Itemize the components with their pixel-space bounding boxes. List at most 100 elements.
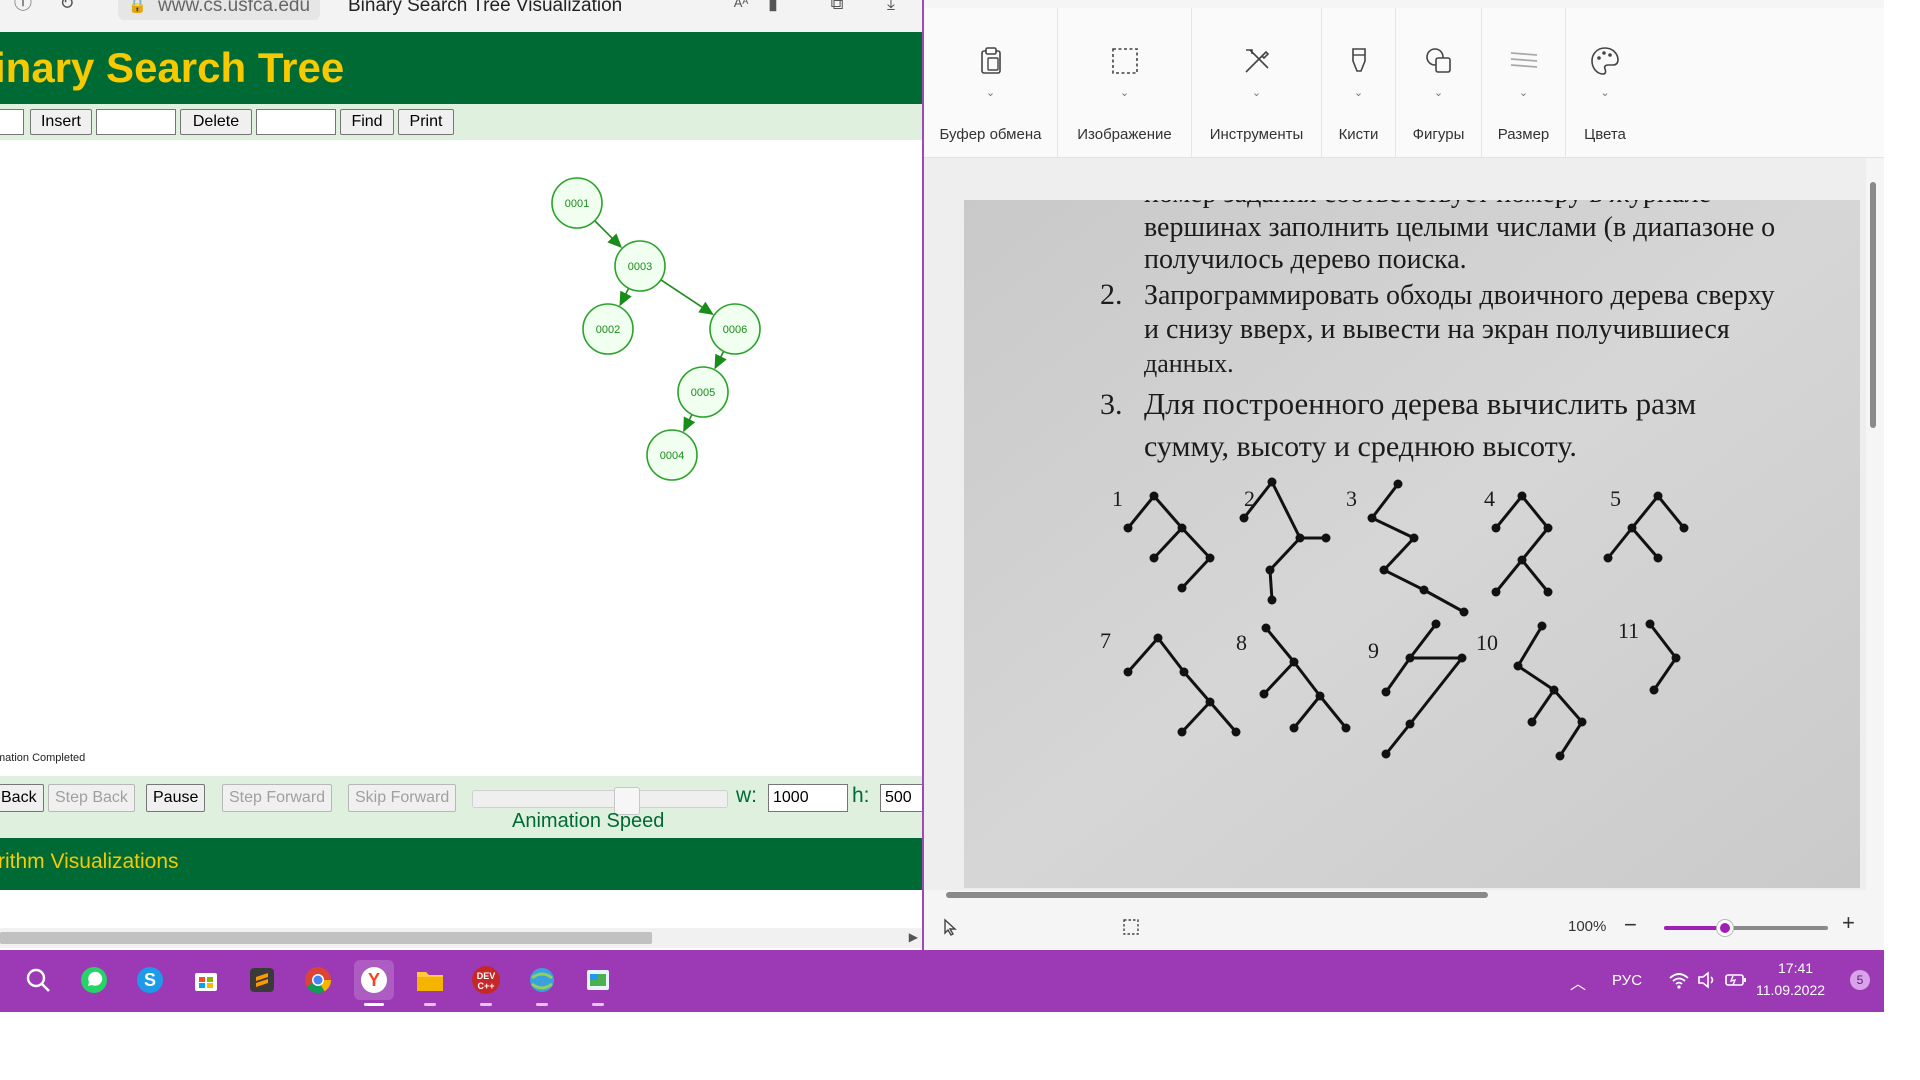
chevron-down-icon: ⌄ bbox=[1119, 87, 1130, 99]
photo-tree-number: 4 bbox=[1484, 486, 1495, 511]
clock-date[interactable]: 11.09.2022 bbox=[1756, 982, 1825, 998]
speed-label: Animation Speed bbox=[512, 810, 665, 832]
devcpp-icon[interactable]: DEV C++ bbox=[466, 960, 506, 1006]
skip-back-button[interactable]: Back bbox=[0, 784, 44, 812]
ribbon-clipboard[interactable]: ⌄ Буфер обмена bbox=[924, 8, 1058, 158]
svg-text:Y: Y bbox=[368, 970, 380, 990]
tree-edge bbox=[594, 220, 623, 249]
print-button[interactable]: Print bbox=[398, 109, 454, 135]
height-input[interactable]: 500 bbox=[880, 784, 922, 812]
tree-diagram: 0001 0003 0002 0006 0005 0004 bbox=[551, 177, 761, 481]
zoom-slider-fill bbox=[1664, 926, 1725, 930]
tree-node-label: 0005 bbox=[691, 387, 715, 399]
sublime-icon[interactable] bbox=[242, 960, 282, 1000]
site-info-icon[interactable]: ⓘ bbox=[12, 0, 34, 14]
photo-tree-number: 2 bbox=[1244, 486, 1255, 511]
palette-icon bbox=[1591, 47, 1619, 75]
browser-window: ⓘ ↻ 🔒 www.cs.usfca.edu Binary Search Tre… bbox=[0, 0, 924, 950]
photo-canvas[interactable]: номер задания соответствует номеру в жур… bbox=[964, 200, 1860, 888]
running-indicator bbox=[480, 1003, 492, 1006]
footer-link[interactable]: rithm Visualizations bbox=[0, 850, 179, 874]
yandex-browser-icon[interactable]: Y bbox=[354, 960, 394, 1006]
tree-node-label: 0001 bbox=[565, 198, 589, 210]
width-input[interactable]: 1000 bbox=[768, 784, 848, 812]
zoom-slider[interactable] bbox=[1664, 920, 1828, 936]
ribbon-label: Буфер обмена bbox=[939, 126, 1042, 143]
ribbon-label: Инструменты bbox=[1209, 126, 1304, 143]
notification-badge[interactable]: 5 bbox=[1850, 970, 1870, 990]
chevron-down-icon: ⌄ bbox=[1518, 87, 1529, 99]
clipboard-icon bbox=[980, 47, 1001, 74]
photo-tree-number: 10 bbox=[1476, 630, 1498, 655]
chrome-icon[interactable] bbox=[298, 960, 338, 1000]
tools-icon bbox=[1244, 49, 1269, 73]
skype-icon[interactable]: S bbox=[130, 960, 170, 1000]
scroll-right-icon[interactable]: ▶ bbox=[909, 930, 918, 944]
tree-node: 0003 bbox=[614, 240, 666, 292]
network-app-icon[interactable] bbox=[522, 960, 562, 1006]
zoom-in-icon[interactable]: + bbox=[1842, 910, 1855, 936]
reload-icon[interactable]: ↻ bbox=[56, 0, 78, 14]
photo-line: Запрограммировать обходы двоичного дерев… bbox=[1144, 280, 1775, 311]
ribbon-brushes[interactable]: ⌄ Кисти bbox=[1322, 8, 1396, 158]
clock-time[interactable]: 17:41 bbox=[1778, 960, 1813, 976]
ribbon-colors[interactable]: ⌄ Цвета bbox=[1566, 8, 1644, 158]
insert-field[interactable] bbox=[96, 109, 176, 135]
ribbon-label: Изображение bbox=[1077, 126, 1172, 143]
photo-tree-number: 9 bbox=[1368, 638, 1379, 663]
delete-button[interactable]: Delete bbox=[180, 109, 252, 135]
brush-icon bbox=[1351, 48, 1366, 72]
insert-button[interactable]: Insert bbox=[30, 109, 92, 135]
page-footer: rithm Visualizations bbox=[0, 838, 922, 890]
read-aloud-icon[interactable]: Aᴬ bbox=[730, 0, 752, 14]
pause-button[interactable]: Pause bbox=[146, 784, 206, 812]
collections-icon[interactable]: ⧉ bbox=[826, 0, 848, 14]
download-icon[interactable]: ⤓ bbox=[880, 0, 902, 14]
store-icon[interactable] bbox=[186, 960, 226, 1000]
ribbon-size[interactable]: ⌄ Размер bbox=[1482, 8, 1566, 158]
browser-toolbar: ⓘ ↻ 🔒 www.cs.usfca.edu Binary Search Tre… bbox=[0, 0, 922, 32]
tree-edge bbox=[683, 414, 696, 433]
zoom-slider-thumb[interactable] bbox=[1716, 920, 1733, 936]
ribbon-label: Цвета bbox=[1584, 126, 1626, 143]
height-label: h: bbox=[852, 784, 870, 807]
width-label: w: bbox=[736, 784, 757, 807]
file-explorer-icon[interactable] bbox=[410, 960, 450, 1006]
scrollbar-thumb[interactable] bbox=[0, 932, 652, 944]
chevron-up-icon[interactable]: ︿ bbox=[1570, 970, 1586, 994]
active-indicator bbox=[364, 1003, 384, 1006]
tree-canvas: 0001 0003 0002 0006 0005 0004 mation Complete… bbox=[0, 140, 922, 776]
vertical-scrollbar[interactable] bbox=[1870, 182, 1876, 428]
skip-forward-button[interactable]: Skip Forward bbox=[348, 784, 457, 812]
step-forward-button[interactable]: Step Forward bbox=[222, 784, 333, 812]
battery-icon[interactable] bbox=[1724, 970, 1748, 990]
running-indicator bbox=[592, 1003, 604, 1006]
canvas-horizontal-scrollbar[interactable] bbox=[946, 892, 1488, 898]
ribbon-image[interactable]: ⌄ Изображение bbox=[1058, 8, 1192, 158]
horizontal-scrollbar[interactable]: ▶ bbox=[0, 928, 922, 948]
search-icon[interactable] bbox=[18, 960, 58, 1000]
language-indicator[interactable]: РУС bbox=[1612, 972, 1642, 989]
ribbon-label: Размер bbox=[1497, 126, 1550, 143]
bst-controls: Insert Delete Find Print bbox=[0, 104, 922, 140]
volume-icon[interactable] bbox=[1696, 970, 1718, 990]
tree-node: 0006 bbox=[709, 303, 761, 355]
step-back-button[interactable]: Step Back bbox=[48, 784, 135, 812]
bookmark-icon[interactable]: ▮ bbox=[762, 0, 784, 14]
ribbon-shapes[interactable]: ⌄ Фигуры bbox=[1396, 8, 1482, 158]
tree-node: 0001 bbox=[551, 177, 603, 229]
photo-line: Для построенного дерева вычислить разм bbox=[1144, 386, 1696, 421]
zoom-out-icon[interactable]: − bbox=[1624, 912, 1637, 938]
leading-input[interactable] bbox=[0, 109, 24, 135]
whatsapp-icon[interactable] bbox=[74, 960, 114, 1000]
address-bar[interactable]: 🔒 www.cs.usfca.edu bbox=[118, 0, 321, 20]
paint-app-icon[interactable] bbox=[578, 960, 618, 1006]
speed-slider[interactable] bbox=[472, 787, 728, 815]
selection-size-icon bbox=[1123, 919, 1139, 935]
photo-line: данных. bbox=[1144, 349, 1234, 378]
ribbon-tools[interactable]: ⌄ Инструменты bbox=[1192, 8, 1322, 158]
find-button[interactable]: Find bbox=[340, 109, 394, 135]
photo-line: и снизу вверх, и вывести на экран получи… bbox=[1144, 314, 1730, 345]
wifi-icon[interactable] bbox=[1668, 970, 1690, 990]
delete-field[interactable] bbox=[256, 109, 336, 135]
